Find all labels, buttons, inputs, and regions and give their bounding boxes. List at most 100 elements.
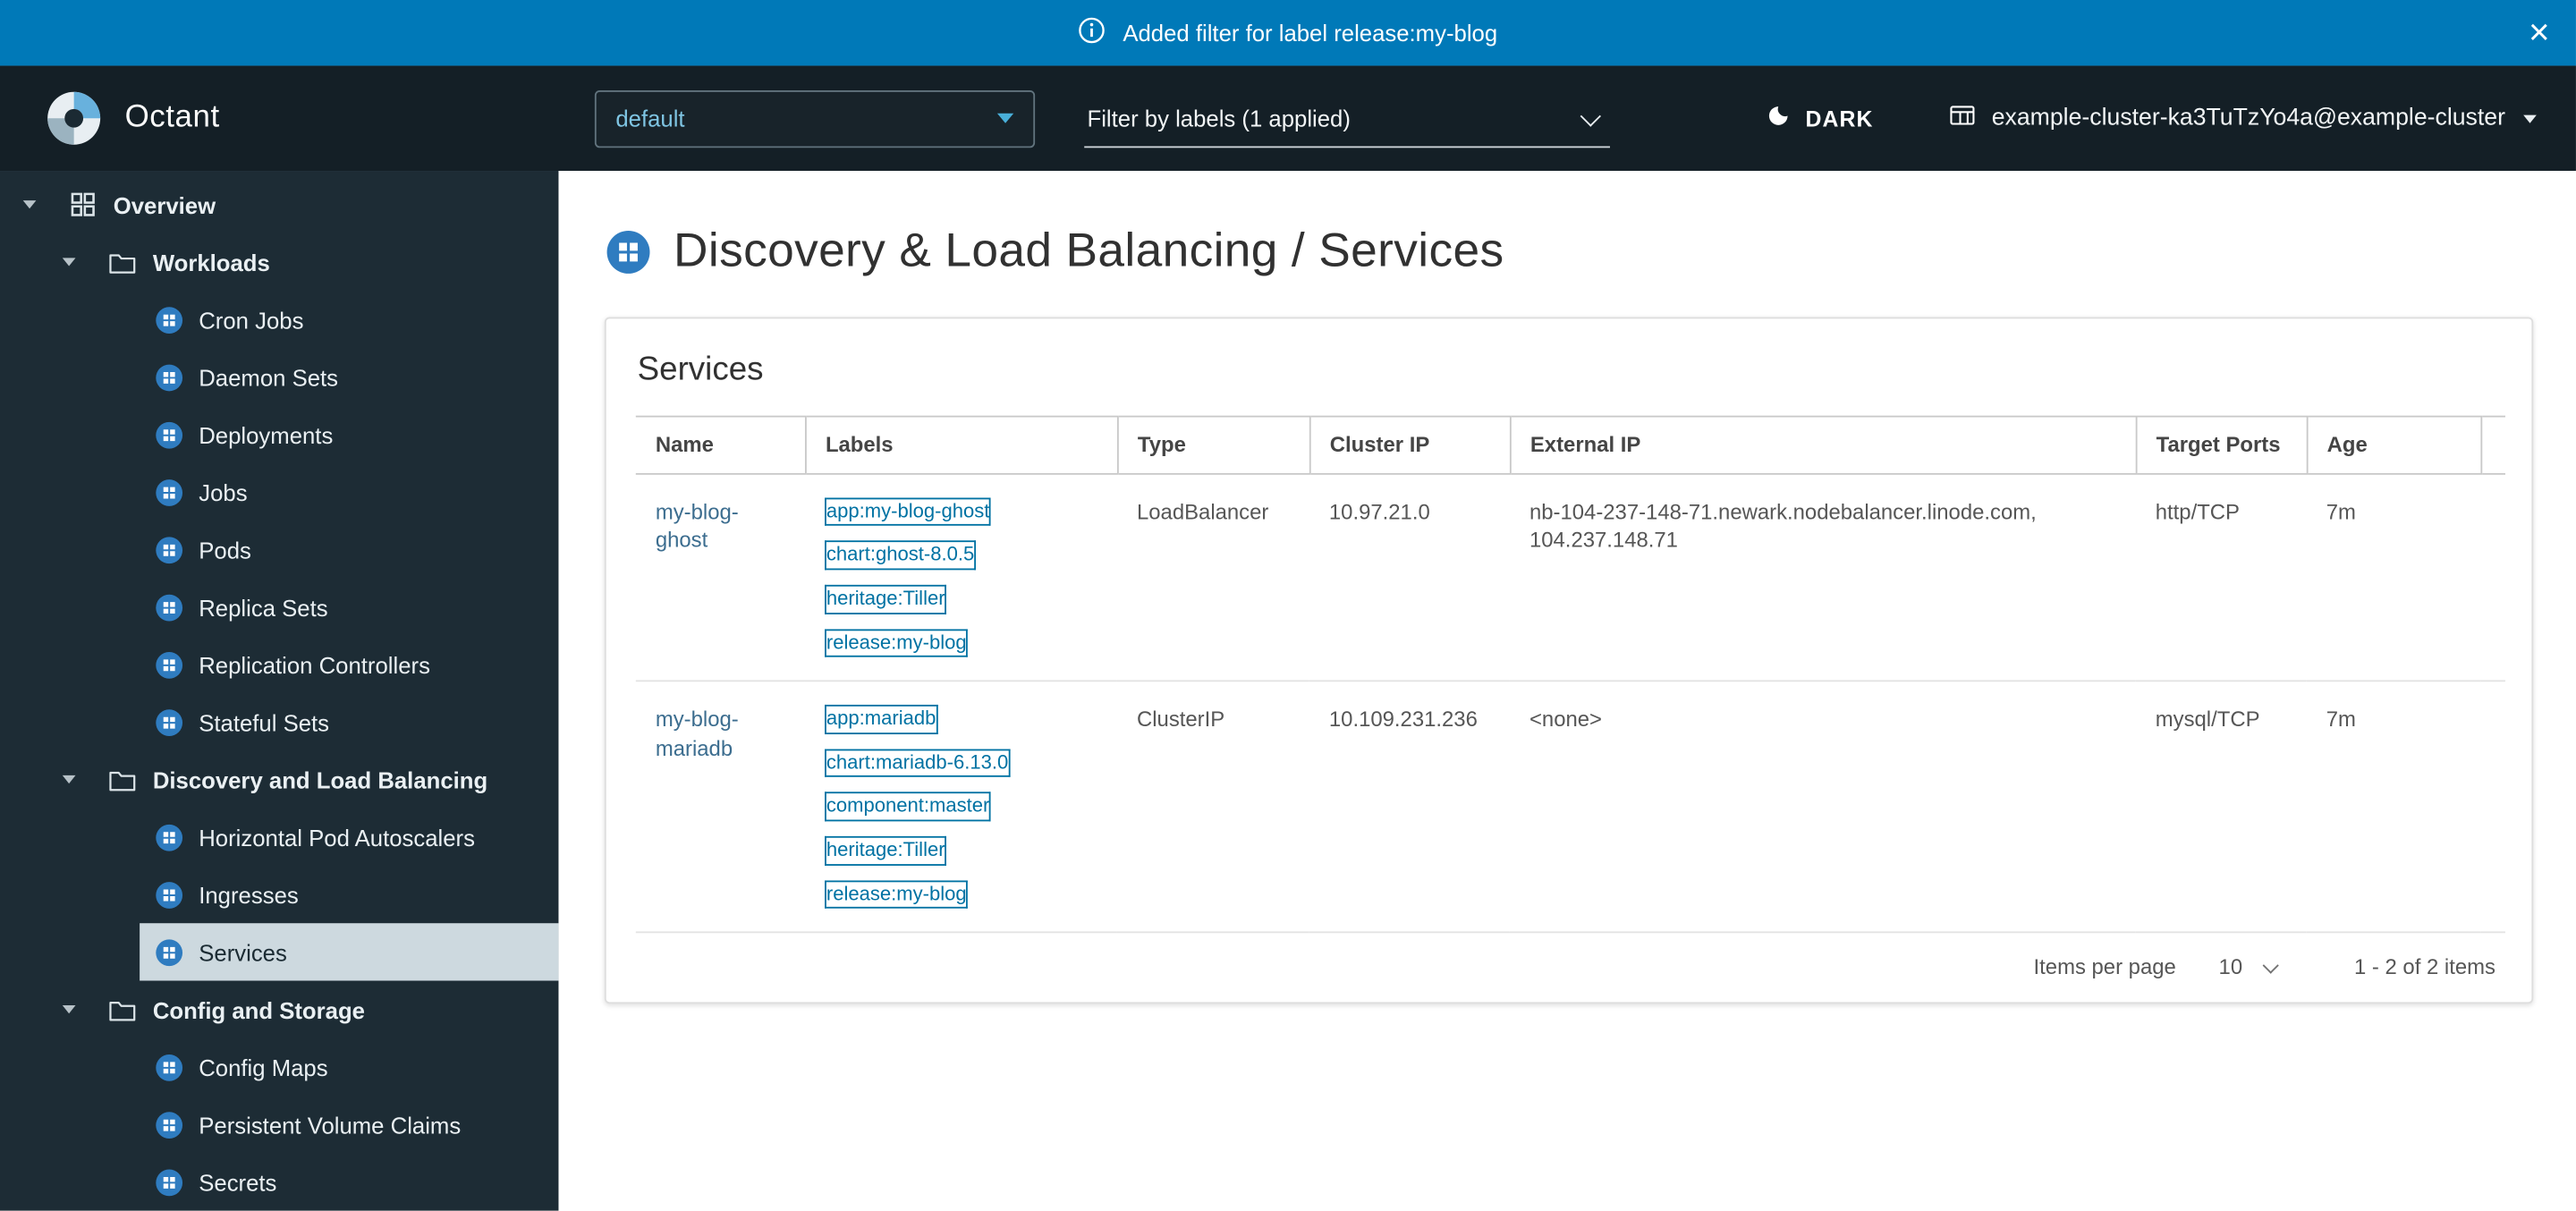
- main-content: Discovery & Load Balancing / Services Se…: [558, 171, 2575, 1211]
- type-cell: ClusterIP: [1117, 682, 1309, 933]
- caret-down-icon: [996, 114, 1013, 123]
- sidebar-item-label: Ingresses: [199, 881, 298, 907]
- stateful-sets-icon: [155, 707, 184, 737]
- namespace-select[interactable]: default: [594, 89, 1034, 147]
- items-per-page-label: Items per page: [2034, 955, 2176, 980]
- moon-icon: [1766, 104, 1791, 133]
- labels-cell: app:my-blog-ghost chart:ghost-8.0.5 heri…: [805, 474, 1117, 682]
- sidebar-item-ingresses[interactable]: Ingresses: [140, 866, 558, 923]
- label-filter-dropdown[interactable]: Filter by labels (1 applied): [1084, 89, 1610, 147]
- cron-jobs-icon: [155, 305, 184, 335]
- caret-down-icon[interactable]: [63, 775, 108, 783]
- labels-cell: app:mariadb chart:mariadb-6.13.0 compone…: [805, 682, 1117, 933]
- caret-down-icon: [2523, 114, 2537, 123]
- services-table: Name Labels Type Cluster IP External IP …: [636, 416, 2505, 934]
- sidebar-item-pods[interactable]: Pods: [140, 521, 558, 578]
- column-header-labels: Labels: [805, 417, 1117, 474]
- sidebar-item-jobs[interactable]: Jobs: [140, 463, 558, 521]
- label-chip[interactable]: app:mariadb: [825, 705, 937, 733]
- caret-down-icon[interactable]: [23, 200, 69, 208]
- sidebar-item-secrets[interactable]: Secrets: [140, 1153, 558, 1210]
- external-ip-cell: <none>: [1510, 682, 2136, 933]
- replica-sets-icon: [155, 592, 184, 622]
- name-cell: my-blog-ghost: [636, 474, 805, 682]
- sidebar-item-replica-sets[interactable]: Replica Sets: [140, 579, 558, 636]
- info-icon: [1079, 16, 1106, 49]
- column-header-external-ip: External IP: [1510, 417, 2136, 474]
- pods-icon: [155, 535, 184, 564]
- octant-logo: [46, 90, 101, 146]
- sidebar-item-persistent-volume-claims[interactable]: Persistent Volume Claims: [140, 1096, 558, 1153]
- target-ports-cell: mysql/TCP: [2136, 682, 2307, 933]
- replication-controllers-icon: [155, 649, 184, 679]
- sidebar-item-cron-jobs[interactable]: Cron Jobs: [140, 291, 558, 348]
- cluster-switcher[interactable]: example-cluster-ka3TuTzYo4a@example-clus…: [1949, 101, 2537, 136]
- sidebar-item-label: Stateful Sets: [199, 709, 329, 735]
- sidebar-item-label: Daemon Sets: [199, 364, 338, 390]
- dark-mode-label: DARK: [1805, 106, 1873, 131]
- chevron-down-icon: [1580, 106, 1600, 126]
- sidebar-item-stateful-sets[interactable]: Stateful Sets: [140, 693, 558, 750]
- items-per-page-value: 10: [2219, 955, 2243, 980]
- label-chip[interactable]: chart:ghost-8.0.5: [825, 541, 976, 570]
- label-chip[interactable]: app:my-blog-ghost: [825, 497, 991, 526]
- label-chip[interactable]: heritage:Tiller: [825, 585, 946, 614]
- octant-app: Added filter for label release:my-blog ×…: [0, 0, 2576, 1211]
- sidebar-item-label: Horizontal Pod Autoscalers: [199, 824, 475, 850]
- horizontal-pod-autoscalers-icon: [155, 822, 184, 851]
- caret-down-icon[interactable]: [63, 1005, 108, 1013]
- spacer-cell: [2480, 474, 2505, 682]
- deployments-icon: [155, 419, 184, 449]
- sidebar-item-overview[interactable]: Overview: [0, 176, 558, 233]
- secrets-icon: [155, 1167, 184, 1197]
- type-cell: LoadBalancer: [1117, 474, 1309, 682]
- sidebar-section-workloads[interactable]: Workloads: [0, 233, 558, 291]
- service-link[interactable]: my-blog-ghost: [656, 499, 739, 553]
- notification-message: Added filter for label release:my-blog: [1123, 20, 1497, 46]
- label-filter-text: Filter by labels (1 applied): [1087, 105, 1350, 131]
- sidebar-item-label: Discovery and Load Balancing: [153, 766, 487, 792]
- sidebar-section-config-and-storage[interactable]: Config and Storage: [0, 981, 558, 1038]
- sidebar-item-services[interactable]: Services: [140, 923, 558, 980]
- app-header: Octant default Filter by labels (1 appli…: [0, 65, 2576, 171]
- persistent-volume-claims-icon: [155, 1110, 184, 1139]
- column-header-type: Type: [1117, 417, 1309, 474]
- sidebar-item-daemon-sets[interactable]: Daemon Sets: [140, 348, 558, 405]
- page-title: Discovery & Load Balancing / Services: [674, 225, 1504, 280]
- label-chip[interactable]: chart:mariadb-6.13.0: [825, 749, 1010, 777]
- label-chip[interactable]: release:my-blog: [825, 629, 968, 657]
- label-chip[interactable]: heritage:Tiller: [825, 836, 946, 865]
- column-header-target-ports: Target Ports: [2136, 417, 2307, 474]
- label-chip[interactable]: release:my-blog: [825, 880, 968, 909]
- sidebar-item-horizontal-pod-autoscalers[interactable]: Horizontal Pod Autoscalers: [140, 809, 558, 866]
- sidebar-item-label: Services: [199, 939, 287, 965]
- caret-down-icon[interactable]: [63, 258, 108, 266]
- sidebar-item-label: Persistent Volume Claims: [199, 1112, 461, 1138]
- dark-mode-toggle[interactable]: DARK: [1766, 104, 1873, 133]
- sidebar-item-label: Config and Storage: [153, 996, 365, 1022]
- app-title: Octant: [125, 100, 220, 136]
- service-link[interactable]: my-blog-mariadb: [656, 707, 739, 760]
- namespace-value: default: [615, 106, 684, 131]
- sidebar-item-deployments[interactable]: Deployments: [140, 406, 558, 463]
- items-per-page-select[interactable]: 10: [2219, 955, 2275, 980]
- services-card: Services Name Labels Type Cluster IP Ext…: [605, 317, 2533, 1004]
- cluster-ip-cell: 10.97.21.0: [1309, 474, 1510, 682]
- pagination-range: 1 - 2 of 2 items: [2354, 955, 2496, 980]
- external-ip-cell: nb-104-237-148-71.newark.nodebalancer.li…: [1510, 474, 2136, 682]
- column-header-cluster-ip: Cluster IP: [1309, 417, 1510, 474]
- sidebar-item-label: Pods: [199, 537, 251, 563]
- folder-icon: [108, 250, 136, 274]
- spacer-cell: [2480, 682, 2505, 933]
- sidebar-item-config-maps[interactable]: Config Maps: [140, 1038, 558, 1096]
- close-icon[interactable]: ×: [2529, 15, 2550, 51]
- sidebar-section-discovery-and-load-balancing[interactable]: Discovery and Load Balancing: [0, 750, 558, 808]
- cluster-name: example-cluster-ka3TuTzYo4a@example-clus…: [1992, 106, 2505, 131]
- notification-bar: Added filter for label release:my-blog ×: [0, 0, 2576, 65]
- label-chip[interactable]: component:master: [825, 792, 991, 821]
- age-cell: 7m: [2307, 474, 2481, 682]
- sidebar-item-label: Deployments: [199, 421, 333, 447]
- sidebar-item-label: Workloads: [153, 249, 270, 275]
- column-header-spacer: [2480, 417, 2505, 474]
- sidebar-item-replication-controllers[interactable]: Replication Controllers: [140, 636, 558, 693]
